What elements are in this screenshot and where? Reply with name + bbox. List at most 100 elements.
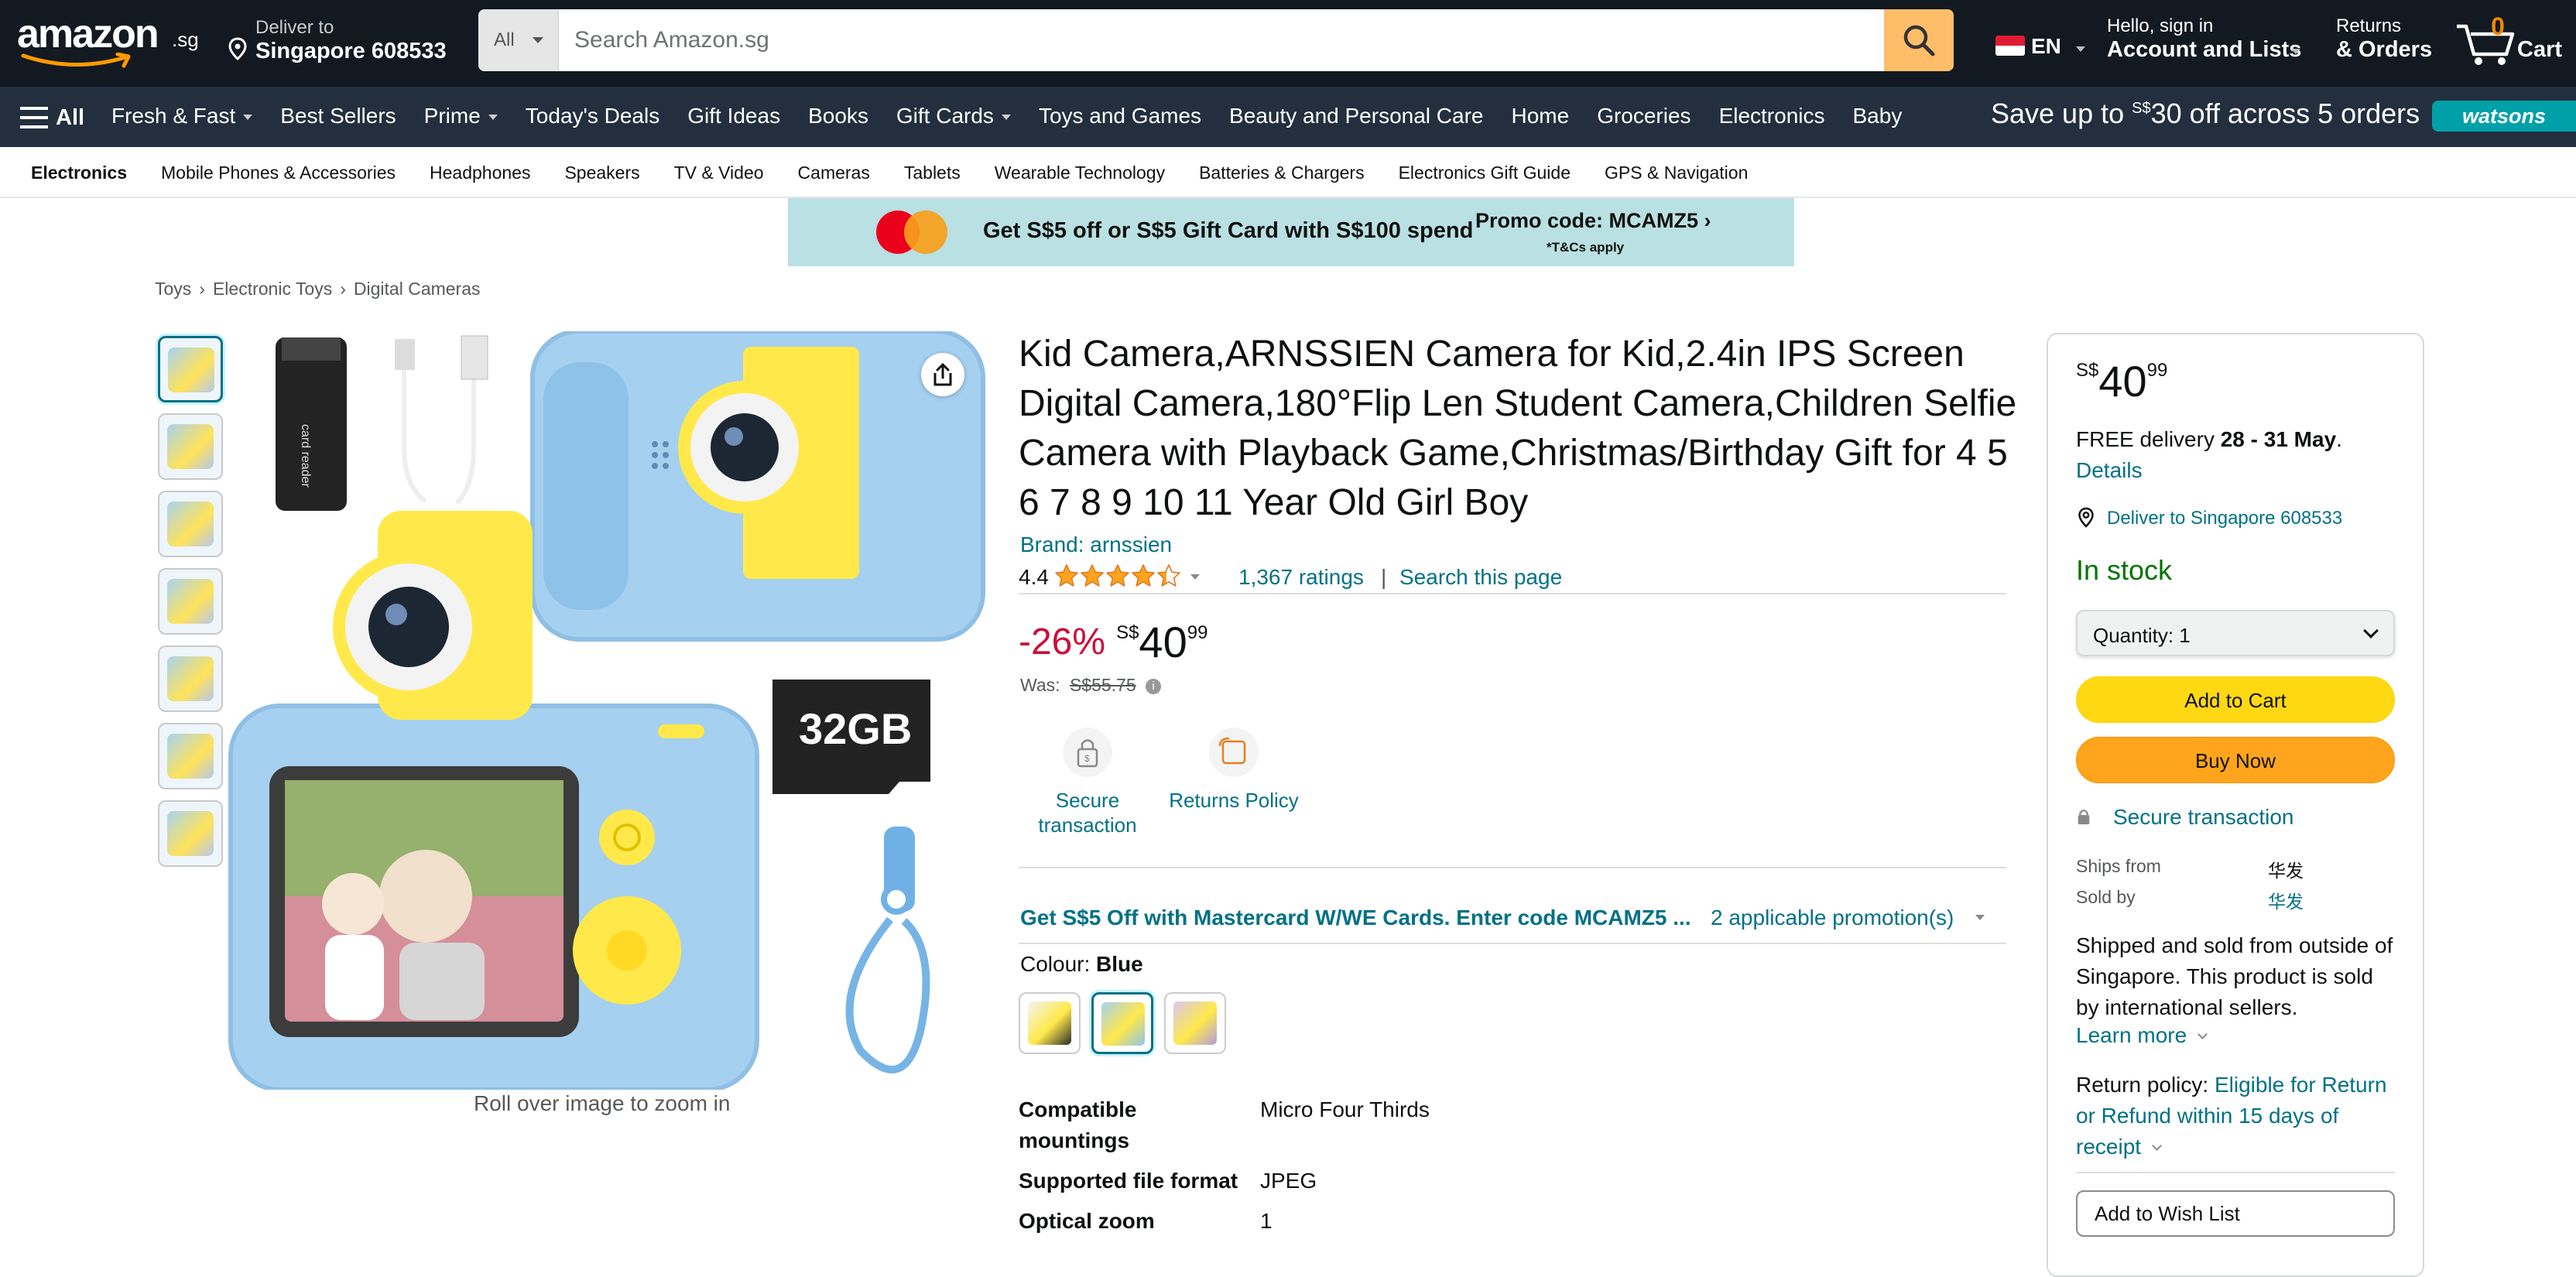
divider xyxy=(1019,943,2006,944)
mastercard-promo-banner[interactable]: Get S$5 off or S$5 Gift Card with S$100 … xyxy=(788,198,1794,266)
logo-suffix: .sg xyxy=(172,28,199,51)
product-thumbnail[interactable] xyxy=(158,413,223,480)
learn-more-link[interactable]: Learn more xyxy=(2076,1023,2208,1048)
amazon-logo[interactable]: amazon .sg xyxy=(17,11,203,73)
swatch-yellow[interactable] xyxy=(1019,992,1081,1054)
seller-link[interactable]: 华发 xyxy=(2268,887,2304,913)
nav-link[interactable]: Gift Cards xyxy=(896,104,1011,128)
nav-link[interactable]: Books xyxy=(808,104,868,128)
breadcrumb-link[interactable]: Digital Cameras xyxy=(354,279,481,299)
swatch-purple-image xyxy=(1173,1001,1217,1045)
returns-policy-feature[interactable]: Returns Policy xyxy=(1156,728,1311,813)
save-promo-prefix: Save up to xyxy=(1991,98,2132,129)
was-label: Was: xyxy=(1020,675,1060,695)
nav-link[interactable]: Groceries xyxy=(1597,104,1690,128)
returns-orders-link[interactable]: Returns & Orders xyxy=(2336,15,2437,67)
nav-link[interactable]: Gift Ideas xyxy=(687,104,780,128)
nav-link[interactable]: Electronics xyxy=(1719,104,1825,128)
subnav-link[interactable]: Wearable Technology xyxy=(995,163,1165,183)
swatch-blue[interactable] xyxy=(1091,992,1153,1054)
colour-value: Blue xyxy=(1096,952,1143,976)
subnav-link[interactable]: Mobile Phones & Accessories xyxy=(161,163,396,183)
product-thumbnail[interactable] xyxy=(158,645,223,712)
returns-policy-label: Returns Policy xyxy=(1169,789,1299,812)
nav-link[interactable]: Toys and Games xyxy=(1039,104,1201,128)
subnav-link[interactable]: GPS & Navigation xyxy=(1605,163,1748,183)
swatch-purple[interactable] xyxy=(1164,992,1226,1054)
main-menu-bar: All Fresh & Fast Best Sellers Prime Today's… xyxy=(0,87,2576,147)
colour-label: Colour: xyxy=(1020,952,1091,976)
language-selector[interactable]: EN xyxy=(1995,33,2085,63)
save-promo[interactable]: Save up to S$30 off across 5 orders xyxy=(1991,98,2420,130)
secure-transaction-label: Secure transaction xyxy=(1038,789,1137,837)
colour-swatches xyxy=(1019,992,1237,1054)
banner-promo-code: Promo code: MCAMZ5 › xyxy=(1475,209,1711,232)
subnav-link[interactable]: Speakers xyxy=(564,163,639,183)
chevron-down-icon xyxy=(2291,49,2300,54)
nav-link[interactable]: Today's Deals xyxy=(526,104,659,128)
subnav-link[interactable]: Cameras xyxy=(798,163,870,183)
search-category-select[interactable]: All xyxy=(478,9,559,71)
category-links: Fresh & Fast Best Sellers Prime Today's Dea… xyxy=(111,104,1930,128)
nav-link[interactable]: Best Sellers xyxy=(280,104,396,128)
cart-button[interactable]: 0 Cart xyxy=(2455,11,2564,73)
product-thumbnail[interactable] xyxy=(158,568,223,635)
subnav-link[interactable]: Headphones xyxy=(430,163,530,183)
delivery-info: FREE delivery 28 - 31 May. xyxy=(2076,427,2342,452)
breadcrumb-link[interactable]: Electronic Toys xyxy=(213,279,332,299)
subnav-link[interactable]: Electronics xyxy=(31,163,127,183)
spec-key: Optical zoom xyxy=(1019,1209,1155,1233)
buybox-price-fraction: 99 xyxy=(2146,360,2168,381)
nav-link[interactable]: Home xyxy=(1511,104,1569,128)
was-price-row: Was: S$55.75 i xyxy=(1020,675,1162,696)
product-thumbnail[interactable] xyxy=(158,800,223,867)
subnav-link[interactable]: TV & Video xyxy=(674,163,764,183)
thumbnail-image xyxy=(167,656,214,701)
applicable-promotions-link[interactable]: 2 applicable promotion(s) xyxy=(1711,906,1954,930)
thumbnail-image xyxy=(167,502,214,546)
add-to-wish-list-button[interactable]: Add to Wish List xyxy=(2076,1190,2395,1237)
search-input[interactable] xyxy=(559,9,1886,71)
chevron-down-icon[interactable] xyxy=(1190,574,1200,580)
watsons-logo[interactable]: watsons xyxy=(2432,101,2576,132)
separator: | xyxy=(1381,565,1387,589)
ratings-count-link[interactable]: 1,367 ratings xyxy=(1238,565,1364,590)
subnav-link[interactable]: Tablets xyxy=(904,163,961,183)
share-button[interactable] xyxy=(921,353,964,396)
nav-link-label: Today's Deals xyxy=(525,104,660,128)
thumbnail-image xyxy=(167,811,214,856)
info-icon[interactable]: i xyxy=(1146,678,1162,694)
chevron-down-icon xyxy=(2363,623,2379,638)
breadcrumb-link[interactable]: Toys xyxy=(155,279,191,299)
secure-transaction-feature[interactable]: $ Secure transaction xyxy=(1029,728,1146,837)
cart-icon xyxy=(2457,24,2515,65)
subnav-link[interactable]: Electronics Gift Guide xyxy=(1399,163,1571,183)
brand-link[interactable]: Brand: arnssien xyxy=(1020,532,1172,557)
nav-link-label: Books xyxy=(808,104,868,128)
delivery-details-link[interactable]: Details xyxy=(2076,458,2143,483)
buy-now-button[interactable]: Buy Now xyxy=(2076,737,2395,783)
add-to-cart-button[interactable]: Add to Cart xyxy=(2076,676,2395,723)
thumbnail-image xyxy=(168,347,214,392)
search-this-page-link[interactable]: Search this page xyxy=(1399,565,1562,590)
product-thumbnail[interactable] xyxy=(158,491,223,557)
lanyard-illustration xyxy=(845,827,930,1073)
account-menu[interactable]: Hello, sign in Account and Lists xyxy=(2107,15,2316,67)
nav-link[interactable]: Beauty and Personal Care xyxy=(1229,104,1483,128)
product-thumbnail[interactable] xyxy=(158,336,223,402)
nav-link[interactable]: Prime xyxy=(424,104,498,128)
nav-link[interactable]: Fresh & Fast xyxy=(111,104,253,128)
product-thumbnail[interactable] xyxy=(158,723,223,789)
deliver-to-location[interactable]: Deliver to Singapore 608533 xyxy=(224,17,449,67)
main-product-image[interactable]: card reader 32GB xyxy=(224,329,991,1092)
star-rating[interactable] xyxy=(1054,563,1182,588)
subnav-link[interactable]: Batteries & Chargers xyxy=(1199,163,1364,183)
quantity-select[interactable]: Quantity: 1 xyxy=(2076,610,2395,656)
mastercard-promotion[interactable]: Get S$5 Off with Mastercard W/WE Cards. … xyxy=(1020,906,1985,930)
product-specs: Compatible mountings Micro Four Thirds S… xyxy=(1019,1091,2006,1243)
search-button[interactable] xyxy=(1884,9,1954,71)
chevron-down-icon[interactable] xyxy=(2152,1141,2162,1151)
nav-link[interactable]: Baby xyxy=(1853,104,1903,128)
banner-offer: Get S$5 off or S$5 Gift Card with S$100 … xyxy=(983,218,1474,243)
colour-selection-label: Colour: Blue xyxy=(1020,952,1143,977)
